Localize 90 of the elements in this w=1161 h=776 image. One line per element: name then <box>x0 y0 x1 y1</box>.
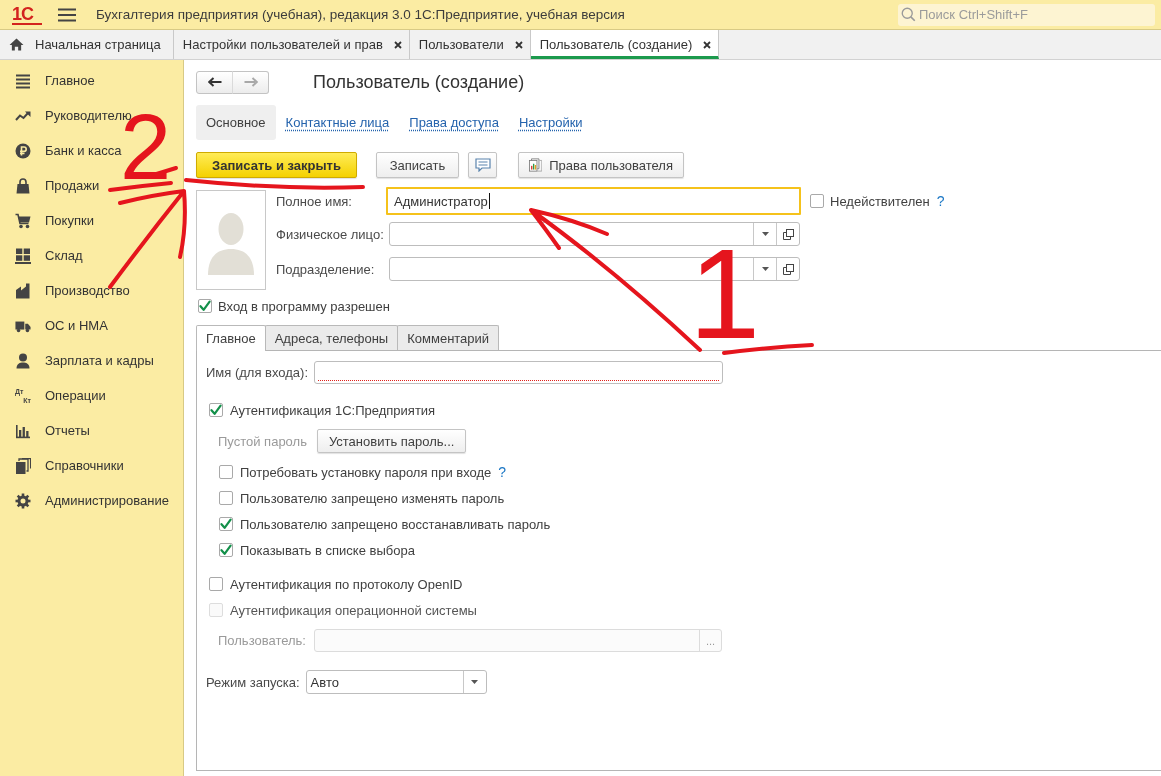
checkbox-label: Аутентификация операционной системы <box>230 602 477 618</box>
text-cursor <box>488 193 490 209</box>
select-field[interactable] <box>389 222 800 246</box>
comment-button[interactable] <box>468 152 497 178</box>
save-button[interactable]: Записать <box>376 152 459 178</box>
field-label: Полное имя: <box>276 193 353 209</box>
checkbox[interactable] <box>810 194 824 208</box>
sidebar-item[interactable]: Производство <box>15 273 130 308</box>
sidebar-item[interactable]: Банк и касса <box>15 133 122 168</box>
open-window-icon <box>782 263 794 275</box>
checkbox-label: Пользователю запрещено восстанавливать пароль <box>240 516 551 532</box>
checkbox[interactable] <box>209 403 223 417</box>
back-button[interactable] <box>196 70 233 94</box>
checkbox[interactable] <box>219 465 233 479</box>
app-title: Бухгалтерия предприятия (учебная), редакция 3.0 1С:Предприятие, учебная версия <box>96 7 625 22</box>
field-label: Режим запуска: <box>206 674 300 690</box>
set-password-button[interactable]: Установить пароль... <box>316 429 467 453</box>
form-title: Пользователь (создание) <box>313 71 525 93</box>
grid-blocks-icon <box>15 247 31 264</box>
close-icon[interactable] <box>393 40 402 49</box>
checkbox-label: Показывать в списке выбора <box>240 542 415 558</box>
app-logo: 1С <box>12 4 42 25</box>
annotation-number: 1 <box>689 248 756 341</box>
section-tab[interactable]: Настройки <box>508 105 593 140</box>
close-icon[interactable] <box>514 40 523 49</box>
caret-icon <box>761 267 769 271</box>
sidebar-item[interactable]: Склад <box>15 238 83 273</box>
section-tab[interactable]: Основное <box>196 105 276 140</box>
search-field[interactable]: Поиск Ctrl+Shift+F <box>898 3 1155 26</box>
input-field[interactable] <box>314 361 724 384</box>
checkbox-label: Пользователю запрещено изменять пароль <box>240 490 505 506</box>
search-icon <box>901 6 916 22</box>
checkbox[interactable] <box>219 491 233 505</box>
checkbox[interactable] <box>219 517 233 531</box>
right-arrow-icon <box>243 77 258 87</box>
field-label: Физическое лицо: <box>276 226 385 242</box>
caret-icon <box>761 232 769 236</box>
checkbox-label: Аутентификация 1С:Предприятия <box>230 402 436 418</box>
menu-icon[interactable] <box>58 7 76 22</box>
gear-icon <box>15 492 31 509</box>
checkmark-icon <box>199 300 211 312</box>
sidebar-item[interactable]: Справочники <box>15 448 124 483</box>
input-field[interactable]: Администратор <box>386 187 801 215</box>
select-field[interactable]: Авто <box>305 670 487 694</box>
stacked-lines-icon <box>15 72 31 89</box>
checkbox-label: Вход в программу разрешен <box>218 298 390 314</box>
bar-chart-icon <box>15 422 31 439</box>
sidebar-item[interactable]: Главное <box>15 63 95 98</box>
home-icon <box>9 38 24 51</box>
help-mark[interactable]: ? <box>498 464 507 480</box>
checkbox[interactable] <box>219 543 233 557</box>
sidebar-item[interactable]: Отчеты <box>15 413 90 448</box>
ruble-coin-icon <box>15 142 31 159</box>
cart-icon <box>15 212 31 229</box>
caret-icon <box>471 680 479 684</box>
sidebar-item[interactable]: Покупки <box>15 203 94 238</box>
checkmark-icon <box>220 544 232 556</box>
checkbox-label: Недействителен <box>830 193 930 209</box>
shopping-bag-icon <box>15 177 31 194</box>
sidebar-item[interactable]: Зарплата и кадры <box>15 343 154 378</box>
checkmark-icon <box>210 404 222 416</box>
user-rights-button[interactable]: Права пользователя <box>518 152 684 178</box>
checkmark-icon <box>220 518 232 530</box>
field-label: Имя (для входа): <box>206 365 309 380</box>
person-icon <box>15 352 31 369</box>
section-tab[interactable]: Права доступа <box>399 105 509 140</box>
stacked-pages-icon <box>15 457 31 474</box>
password-status: Пустой пароль <box>218 433 307 449</box>
sidebar-item[interactable]: Продажи <box>15 168 100 203</box>
checkbox-label: Потребовать установку пароля при входе <box>240 464 492 480</box>
left-arrow-icon <box>207 77 222 87</box>
section-tab[interactable]: Контактные лица <box>275 105 400 140</box>
speech-bubble-icon <box>474 158 491 172</box>
page-tab[interactable]: Комментарий <box>397 325 500 350</box>
save-and-close-button[interactable]: Записать и закрыть <box>196 152 357 178</box>
field-label: Пользователь: <box>218 633 306 648</box>
sidebar-item[interactable]: Администрирование <box>15 483 169 518</box>
open-window-icon <box>782 228 794 240</box>
close-icon[interactable] <box>703 40 712 49</box>
checkbox[interactable] <box>209 577 223 591</box>
report-pages-icon <box>529 157 543 173</box>
open-tab[interactable]: Пользователь (создание) <box>530 30 720 59</box>
checkbox-label: Аутентификация по протоколу OpenID <box>230 576 463 592</box>
help-mark[interactable]: ? <box>936 193 945 209</box>
field-label: Подразделение: <box>276 261 376 277</box>
page-tab[interactable]: Главное <box>196 325 266 351</box>
factory-icon <box>15 282 31 299</box>
sidebar-item[interactable]: ОС и НМА <box>15 308 108 343</box>
page-tab[interactable]: Адреса, телефоны <box>264 325 399 350</box>
checkbox[interactable] <box>198 299 212 313</box>
